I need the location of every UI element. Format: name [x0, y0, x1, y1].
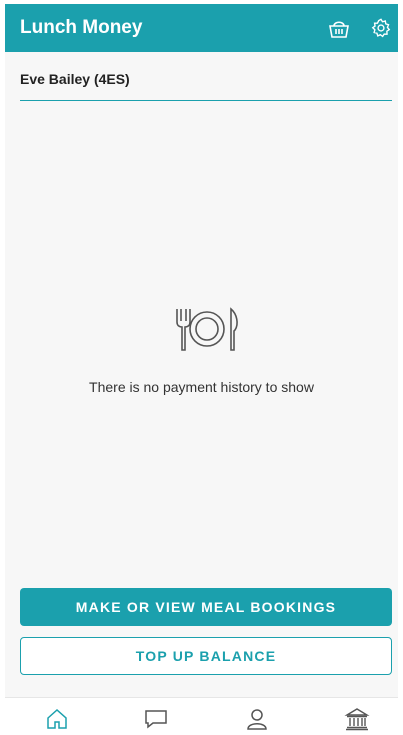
- basket-icon[interactable]: [327, 18, 351, 40]
- child-selector[interactable]: Eve Bailey (4ES): [20, 63, 392, 101]
- app-bar: Lunch Money: [5, 4, 398, 52]
- chat-icon[interactable]: [143, 706, 169, 732]
- app-title: Lunch Money: [20, 17, 143, 38]
- plate-cutlery-icon: [171, 304, 241, 354]
- home-icon[interactable]: [44, 706, 70, 732]
- child-name: Eve Bailey (4ES): [20, 71, 130, 87]
- top-up-balance-button[interactable]: TOP UP BALANCE: [20, 637, 392, 675]
- bottom-nav: [5, 697, 398, 735]
- app-screen: Lunch Money Eve Bailey (4ES) There is no…: [5, 4, 398, 735]
- profile-icon[interactable]: [244, 706, 270, 732]
- gear-icon[interactable]: [370, 17, 392, 39]
- bank-icon[interactable]: [344, 706, 370, 732]
- empty-message: There is no payment history to show: [89, 379, 314, 395]
- meal-bookings-button[interactable]: MAKE OR VIEW MEAL BOOKINGS: [20, 588, 392, 626]
